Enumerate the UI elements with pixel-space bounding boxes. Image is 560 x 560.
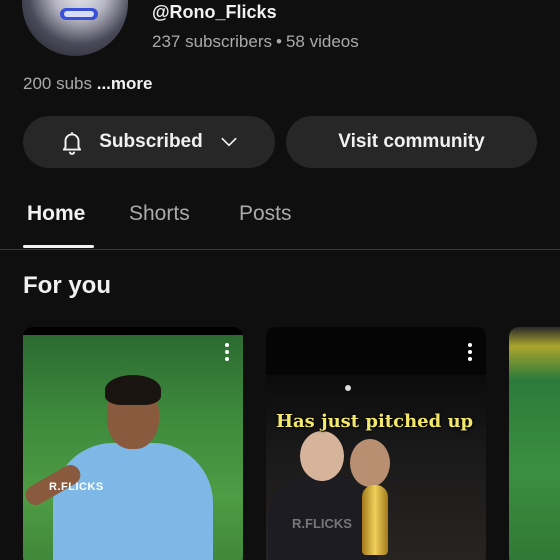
subscribed-label: Subscribed bbox=[99, 131, 203, 152]
thumbnail-figure bbox=[350, 439, 390, 487]
channel-tabs: Home Shorts Posts bbox=[0, 190, 560, 250]
trophy-graphic bbox=[362, 485, 388, 555]
avatar-logo bbox=[60, 8, 98, 20]
video-card[interactable]: Has just pitched up R.FLICKS bbox=[266, 327, 486, 560]
video-card[interactable] bbox=[509, 327, 560, 560]
thumbnail-light bbox=[345, 385, 351, 391]
video-card[interactable]: R.FLICKS bbox=[23, 327, 243, 560]
tab-home[interactable]: Home bbox=[27, 202, 85, 226]
section-title: For you bbox=[23, 272, 111, 299]
visit-community-button[interactable]: Visit community bbox=[286, 116, 537, 168]
thumbnail-figure bbox=[53, 443, 213, 560]
thumbnail-figure bbox=[300, 431, 344, 481]
chevron-down-icon bbox=[219, 132, 239, 152]
visit-community-label: Visit community bbox=[338, 131, 485, 152]
video-thumbnail[interactable] bbox=[509, 327, 560, 560]
video-thumbnail[interactable]: R.FLICKS bbox=[23, 335, 243, 560]
channel-stats: 237 subscribers • 58 videos bbox=[152, 32, 359, 52]
video-thumbnail[interactable]: Has just pitched up R.FLICKS bbox=[266, 327, 486, 560]
tab-shorts[interactable]: Shorts bbox=[129, 202, 190, 226]
description-text: 200 subs bbox=[23, 74, 92, 93]
channel-avatar[interactable] bbox=[22, 0, 128, 56]
channel-description[interactable]: 200 subs ...more bbox=[23, 74, 152, 94]
subscribed-button[interactable]: Subscribed bbox=[23, 116, 275, 168]
more-vert-icon[interactable] bbox=[225, 343, 229, 361]
subscriber-count: 237 subscribers bbox=[152, 32, 273, 51]
tab-posts[interactable]: Posts bbox=[239, 202, 292, 226]
more-vert-icon[interactable] bbox=[468, 343, 472, 361]
video-count: 58 videos bbox=[285, 32, 359, 51]
thumbnail-watermark: R.FLICKS bbox=[292, 516, 352, 531]
thumbnail-watermark: R.FLICKS bbox=[49, 481, 104, 493]
more-link[interactable]: ...more bbox=[97, 74, 153, 93]
thumbnail-figure bbox=[105, 375, 161, 405]
thumbnail-caption: Has just pitched up bbox=[276, 411, 474, 432]
active-tab-indicator bbox=[23, 245, 94, 248]
bell-icon bbox=[59, 129, 85, 155]
channel-handle: @Rono_Flicks bbox=[152, 2, 277, 22]
stats-separator: • bbox=[276, 32, 282, 51]
